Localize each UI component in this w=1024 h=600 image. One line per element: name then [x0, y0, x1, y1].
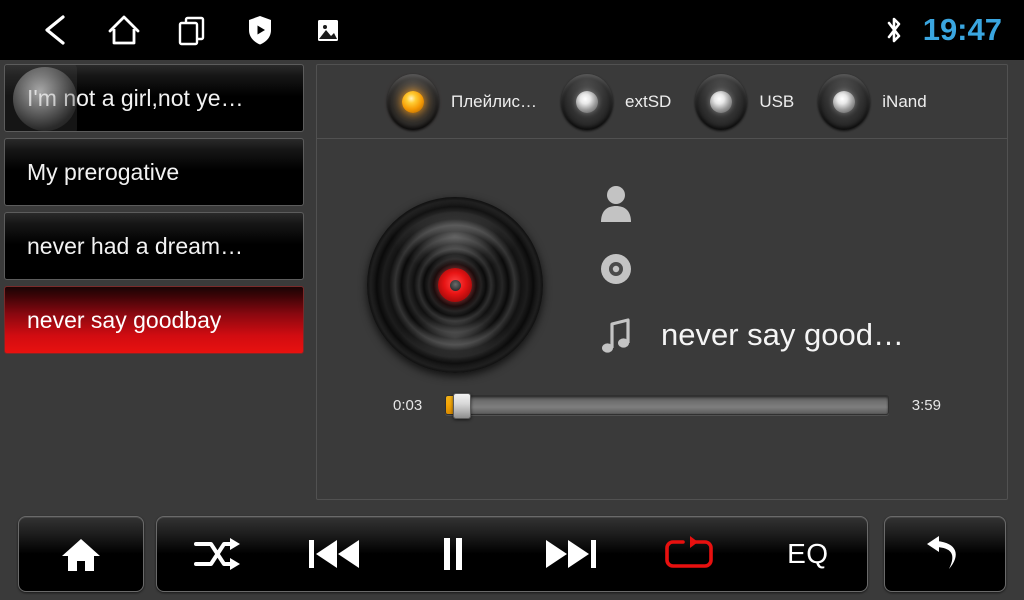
seek-bar[interactable] — [445, 393, 889, 419]
duration-time: 3:59 — [911, 396, 941, 414]
list-item-selected[interactable]: never say goodbay — [4, 286, 304, 354]
source-tab-label: Плейлис… — [451, 91, 538, 111]
shield-play-icon[interactable] — [226, 0, 294, 60]
eq-button[interactable]: EQ — [749, 516, 867, 592]
gallery-icon[interactable] — [294, 0, 362, 60]
now-playing-area: never say good… 0:03 3:59 — [317, 139, 1007, 439]
list-item-label: My prerogative — [27, 158, 180, 185]
back-icon[interactable] — [22, 0, 90, 60]
system-nav-icons — [0, 0, 362, 60]
music-player-screen: 19:47 I'm not a girl,not ye… My prerogat… — [0, 0, 1024, 600]
playlist-panel[interactable]: I'm not a girl,not ye… My prerogative ne… — [4, 64, 304, 500]
back-button[interactable] — [885, 517, 1005, 593]
return-arrow-icon — [923, 535, 967, 575]
list-item[interactable]: I'm not a girl,not ye… — [4, 64, 304, 132]
vinyl-disc-icon — [367, 197, 543, 373]
shuffle-button[interactable] — [157, 516, 275, 592]
led-indicator-on — [387, 73, 439, 130]
eq-label: EQ — [787, 538, 829, 569]
progress-row: 0:03 3:59 — [317, 393, 1007, 419]
source-tab-playlist[interactable]: Плейлис… — [387, 73, 538, 130]
metadata-row-album — [593, 237, 1007, 301]
home-icon — [60, 535, 102, 575]
pause-icon — [438, 535, 468, 573]
list-item-label: never say goodbay — [27, 306, 222, 333]
source-tab-label: USB — [759, 91, 795, 111]
source-tab-label: extSD — [625, 91, 672, 111]
list-item-label: I'm not a girl,not ye… — [27, 84, 244, 111]
clock: 19:47 — [922, 11, 1002, 47]
music-note-icon — [593, 312, 639, 358]
recents-icon[interactable] — [158, 0, 226, 60]
media-controls-panel: EQ — [156, 516, 868, 592]
source-tab-extsd[interactable]: extSD — [561, 73, 672, 130]
source-tab-inand[interactable]: iNand — [818, 73, 927, 130]
led-indicator-off — [818, 73, 871, 130]
main-panel: Плейлис… extSD USB iNand never say good…… — [316, 64, 1008, 500]
source-tab-usb[interactable]: USB — [695, 73, 795, 130]
person-icon — [593, 180, 639, 226]
list-item[interactable]: My prerogative — [4, 138, 304, 206]
led-indicator-off — [561, 73, 614, 130]
home-button[interactable] — [19, 517, 143, 593]
led-indicator-off — [695, 73, 748, 130]
back-button-panel[interactable] — [884, 516, 1006, 592]
disc-icon — [593, 246, 639, 292]
track-title: never say good… — [661, 317, 904, 352]
metadata-row-artist — [593, 171, 1007, 235]
status-bar: 19:47 — [0, 0, 1024, 60]
repeat-icon — [663, 535, 715, 573]
album-art[interactable] — [367, 197, 543, 373]
list-item[interactable]: never had a dream… — [4, 212, 304, 280]
home-button-panel[interactable] — [18, 516, 144, 592]
source-tab-strip: Плейлис… extSD USB iNand — [317, 65, 1007, 139]
list-item-label: never had a dream… — [27, 232, 244, 259]
previous-button[interactable] — [275, 516, 393, 592]
source-tab-label: iNand — [882, 91, 927, 111]
track-metadata: never say good… — [593, 171, 1007, 369]
home-icon[interactable] — [90, 0, 158, 60]
bluetooth-icon — [883, 14, 905, 46]
seek-bar-thumb[interactable] — [453, 393, 472, 419]
status-bar-right: 19:47 — [883, 0, 1002, 60]
shuffle-icon — [191, 535, 241, 573]
next-button[interactable] — [512, 516, 630, 592]
metadata-row-title: never say good… — [593, 303, 1007, 367]
disc-hub — [438, 268, 472, 302]
next-icon — [543, 535, 599, 573]
play-pause-button[interactable] — [394, 516, 512, 592]
transport-bar: EQ — [0, 504, 1024, 600]
elapsed-time: 0:03 — [393, 396, 423, 414]
previous-icon — [306, 535, 362, 573]
repeat-button[interactable] — [630, 516, 748, 592]
